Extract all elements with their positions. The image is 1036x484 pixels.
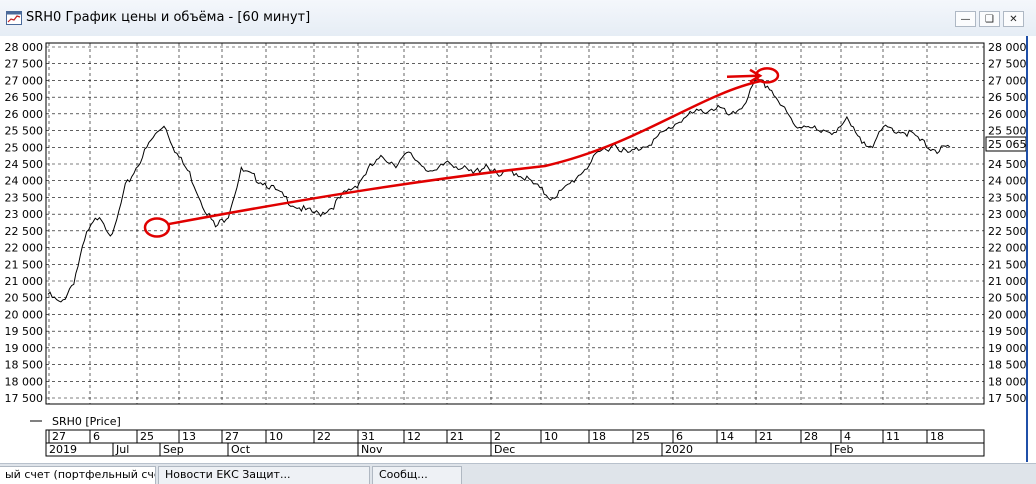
y-tick-label: 19 500 <box>5 325 44 338</box>
price-chart-svg[interactable]: 28 00027 50027 00026 50026 00025 50025 0… <box>0 36 1036 462</box>
x-month-label: 2019 <box>49 443 77 456</box>
tab-portfolio-label: ый счет (портфельный счет) <box>5 468 156 481</box>
x-day-label: 10 <box>544 430 558 443</box>
x-day-label: 28 <box>804 430 818 443</box>
y-tick-label: 28 000 <box>988 41 1027 54</box>
y-tick-label: 20 000 <box>5 308 44 321</box>
y-tick-label: 25 500 <box>5 125 44 138</box>
y-tick-label: 25 000 <box>5 141 44 154</box>
x-month-label: Sep <box>163 443 184 456</box>
tab-portfolio[interactable]: ый счет (портфельный счет) <box>0 466 156 484</box>
y-tick-label: 25 500 <box>988 125 1027 138</box>
close-icon: ✕ <box>1009 13 1018 25</box>
y-tick-label: 23 500 <box>5 191 44 204</box>
close-button[interactable]: ✕ <box>1003 11 1024 27</box>
y-tick-label: 28 000 <box>5 41 44 54</box>
y-tick-label: 24 000 <box>5 175 44 188</box>
x-day-label: 31 <box>361 430 375 443</box>
y-tick-label: 22 500 <box>5 225 44 238</box>
y-tick-label: 23 000 <box>988 208 1027 221</box>
x-day-label: 14 <box>720 430 734 443</box>
x-axis-days: 27 6 25 13 27 10 22 31 12 21 2 10 18 25 6 14 21 28 4 11 18 <box>48 430 944 443</box>
x-day-label: 11 <box>886 430 900 443</box>
annotation-arrow-shaft <box>726 74 759 79</box>
window-titlebar: SRH0 График цены и объёма - [60 минут] —… <box>0 0 1036 37</box>
y-tick-label: 19 000 <box>988 342 1027 355</box>
y-tick-label: 24 500 <box>5 158 44 171</box>
y-tick-label: 27 500 <box>5 58 44 71</box>
y-tick-label: 22 500 <box>988 225 1027 238</box>
y-tick-label: 20 500 <box>5 292 44 305</box>
y-tick-label: 24 500 <box>988 158 1027 171</box>
x-day-label: 6 <box>676 430 683 443</box>
x-month-label: 2020 <box>665 443 693 456</box>
y-tick-label: 21 000 <box>5 275 44 288</box>
y-tick-label: 18 500 <box>5 359 44 372</box>
window-title: SRH0 График цены и объёма - [60 минут] <box>26 10 311 25</box>
chart-window-icon <box>6 11 22 25</box>
x-day-label: 22 <box>317 430 331 443</box>
x-day-label: 2 <box>494 430 501 443</box>
x-day-label: 21 <box>759 430 773 443</box>
last-price-marker: 25 065 <box>985 136 1027 152</box>
y-tick-label: 26 500 <box>5 91 44 104</box>
x-day-label: 6 <box>93 430 100 443</box>
y-tick-label: 18 500 <box>988 359 1027 372</box>
x-month-label: Oct <box>231 443 251 456</box>
last-price-label: 25 065 <box>988 138 1027 151</box>
y-tick-label: 23 000 <box>5 208 44 221</box>
x-month-label: Jul <box>115 443 129 456</box>
y-axis-left: 28 000 27 500 27 000 26 500 26 000 25 500 25 0… <box>5 41 44 405</box>
restore-button[interactable]: ❑ <box>979 11 1000 27</box>
restore-icon: ❑ <box>985 13 994 25</box>
tab-news[interactable]: Новости ЕКС Защит... <box>158 466 370 484</box>
y-tick-label: 19 000 <box>5 342 44 355</box>
y-tick-label: 22 000 <box>988 242 1027 255</box>
y-tick-label: 19 500 <box>988 325 1027 338</box>
y-tick-label: 18 000 <box>988 375 1027 388</box>
x-day-label: 27 <box>225 430 239 443</box>
price-chart[interactable]: 28 000 27 500 27 000 26 500 26 000 25 500 25 0… <box>0 36 1036 462</box>
y-tick-label: 27 000 <box>5 74 44 87</box>
x-day-label: 27 <box>52 430 66 443</box>
y-tick-label: 26 500 <box>988 91 1027 104</box>
y-tick-label: 22 000 <box>5 242 44 255</box>
x-day-label: 25 <box>140 430 154 443</box>
x-day-label: 18 <box>930 430 944 443</box>
bottom-tab-strip: ый счет (портфельный счет) Новости ЕКС З… <box>0 463 1036 484</box>
x-day-label: 12 <box>407 430 421 443</box>
x-month-label: Nov <box>361 443 383 456</box>
x-day-label: 25 <box>636 430 650 443</box>
y-tick-label: 21 000 <box>988 275 1027 288</box>
minimize-icon: — <box>960 13 971 25</box>
y-tick-label: 20 000 <box>988 308 1027 321</box>
x-day-label: 10 <box>269 430 283 443</box>
y-tick-label: 18 000 <box>5 375 44 388</box>
y-tick-label: 27 500 <box>988 58 1027 71</box>
y-tick-label: 27 000 <box>988 74 1027 87</box>
x-day-label: 13 <box>182 430 196 443</box>
y-tick-label: 17 500 <box>988 392 1027 405</box>
y-tick-label: 17 500 <box>5 392 44 405</box>
y-tick-label: 23 500 <box>988 191 1027 204</box>
y-tick-label: 26 000 <box>988 108 1027 121</box>
tab-messages[interactable]: Сообщ... <box>372 466 462 484</box>
x-day-label: 18 <box>592 430 606 443</box>
legend-label: SRH0 [Price] <box>52 415 121 428</box>
x-day-label: 4 <box>844 430 851 443</box>
tab-news-label: Новости ЕКС Защит... <box>165 468 291 481</box>
y-tick-label: 21 500 <box>5 258 44 271</box>
y-axis-right: 28 000 27 500 27 000 26 500 26 000 25 50025 0… <box>988 41 1027 405</box>
y-tick-label: 20 500 <box>988 292 1027 305</box>
tab-messages-label: Сообщ... <box>379 468 428 481</box>
x-month-label: Feb <box>834 443 853 456</box>
y-tick-label: 26 000 <box>5 108 44 121</box>
y-tick-label: 21 500 <box>988 258 1027 271</box>
minimize-button[interactable]: — <box>955 11 976 27</box>
x-day-label: 21 <box>450 430 464 443</box>
y-tick-label: 24 000 <box>988 175 1027 188</box>
x-month-label: Dec <box>494 443 515 456</box>
